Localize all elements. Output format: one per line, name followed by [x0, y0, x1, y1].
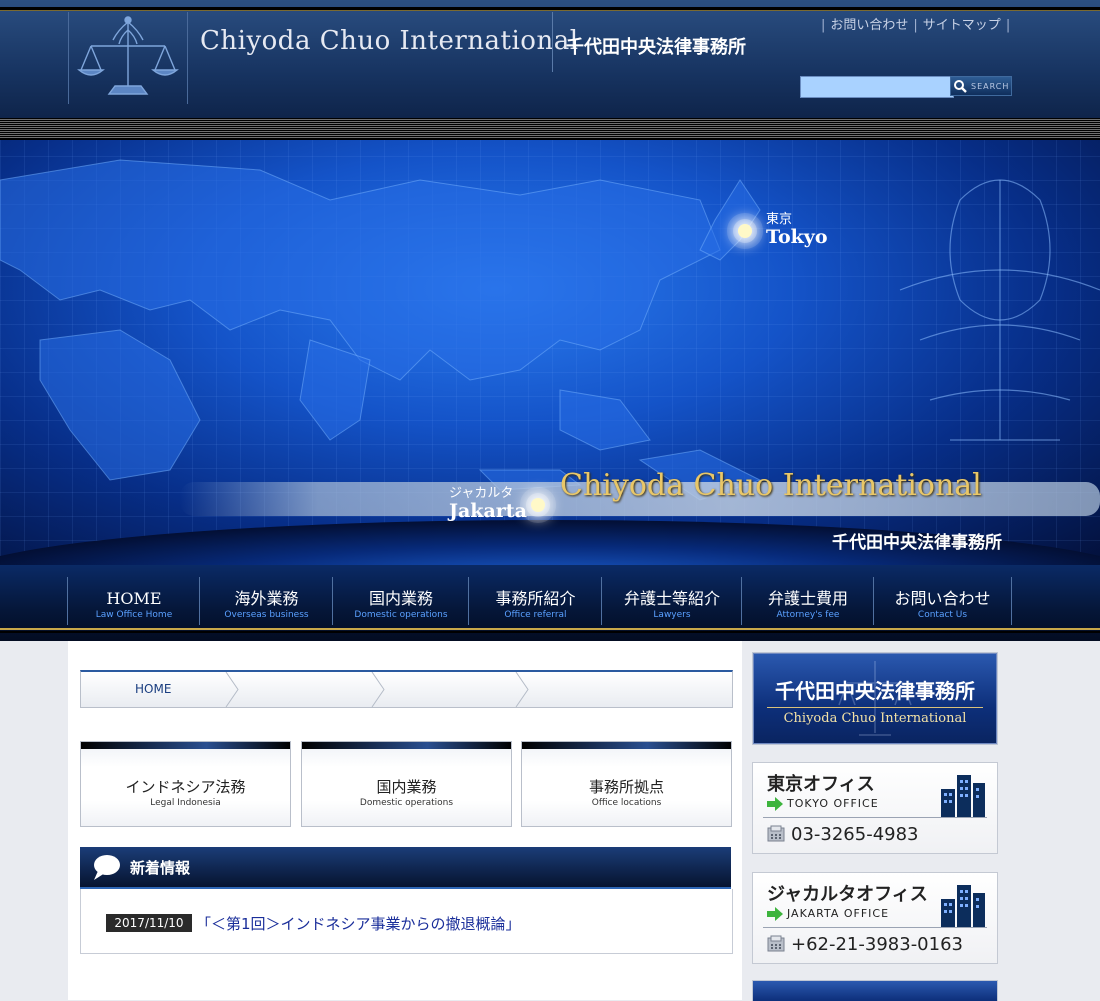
nav-label: お問い合わせ — [894, 589, 991, 608]
arrow-right-icon — [767, 907, 783, 921]
jakarta-label-en: Jakarta — [449, 500, 527, 522]
nav-office[interactable]: 事務所紹介 Office referral — [468, 577, 602, 625]
tile-sublabel: Legal Indonesia — [150, 798, 221, 808]
nav-label: 弁護士費用 — [767, 589, 848, 608]
header-bottom-border — [0, 118, 1100, 140]
nav-domestic[interactable]: 国内業務 Domestic operations — [332, 577, 469, 625]
sidebar-banner-rule — [767, 707, 983, 708]
fax-phone-icon — [767, 825, 785, 842]
tokyo-label-jp: 東京 — [766, 212, 793, 227]
nav-overseas[interactable]: 海外業務 Overseas business — [199, 577, 333, 625]
nav-label: 海外業務 — [234, 589, 299, 608]
nav-label: 弁護士等紹介 — [623, 589, 720, 608]
search-button-label: SEARCH — [971, 81, 1010, 91]
breadcrumb-home-link[interactable]: HOME — [135, 672, 171, 707]
nav-gold-rule — [0, 628, 1100, 630]
tile-domestic-operations[interactable]: 国内業務 Domestic operations — [301, 741, 512, 827]
sidebar-next-banner[interactable] — [752, 980, 998, 1001]
news-title: 新着情報 — [130, 859, 191, 877]
office-name: 東京オフィス — [767, 774, 875, 795]
nav-home[interactable]: HOME Law Office Home — [67, 577, 200, 625]
news-header: 新着情報 — [80, 847, 731, 890]
tile-sublabel: Office locations — [591, 798, 662, 808]
jakarta-label: ジャカルタ Jakarta — [449, 486, 527, 522]
sitemap-link[interactable]: サイトマップ — [923, 18, 1001, 33]
nav-sublabel: Domestic operations — [354, 610, 448, 620]
nav-contact[interactable]: お問い合わせ Contact Us — [873, 577, 1012, 625]
building-icon — [941, 775, 985, 817]
sidebar-banner-en: Chiyoda Chuo International — [783, 711, 967, 726]
tile-legal-indonesia[interactable]: インドネシア法務 Legal Indonesia — [80, 741, 291, 827]
link-separator: | — [913, 18, 918, 33]
tokyo-label-en: Tokyo — [766, 226, 828, 248]
link-separator: | — [1005, 18, 1011, 33]
hero-banner: 東京 Tokyo ジャカルタ Jakarta Chiyoda Chuo Inte… — [0, 140, 1100, 565]
link-separator: | — [821, 18, 826, 33]
news-date-badge: 2017/11/10 — [106, 914, 192, 932]
nav-label: HOME — [106, 589, 162, 608]
nav-bottom-rule — [0, 631, 1100, 633]
logo-text-jp[interactable]: 千代田中央法律事務所 — [566, 33, 746, 59]
office-sublabel: TOKYO OFFICE — [787, 797, 879, 810]
nav-sublabel: Overseas business — [224, 610, 309, 620]
scales-of-justice-icon[interactable] — [68, 12, 188, 104]
arrow-right-icon — [767, 797, 783, 811]
office-divider — [763, 817, 987, 818]
nav-lawyers[interactable]: 弁護士等紹介 Lawyers — [601, 577, 742, 625]
site-header: Chiyoda Chuo International 千代田中央法律事務所 | お… — [0, 0, 1100, 140]
jakarta-label-jp: ジャカルタ — [449, 486, 514, 501]
chevron-right-icon — [371, 672, 385, 707]
hero-brand-jp: 千代田中央法律事務所 — [832, 533, 1002, 553]
nav-label: 国内業務 — [368, 589, 433, 608]
office-divider — [763, 927, 987, 928]
search-icon — [954, 80, 967, 93]
office-phone[interactable]: +62-21-3983-0163 — [791, 934, 963, 955]
tokyo-marker-icon — [738, 224, 752, 238]
nav-sublabel: Law Office Home — [95, 610, 173, 620]
tokyo-label: 東京 Tokyo — [766, 212, 828, 248]
jakarta-marker-icon — [531, 498, 545, 512]
logo-text-en[interactable]: Chiyoda Chuo International — [200, 26, 579, 56]
breadcrumb: HOME — [80, 670, 733, 708]
office-phone[interactable]: 03-3265-4983 — [791, 824, 919, 845]
building-icon — [941, 885, 985, 927]
sidebar-firm-banner[interactable]: 千代田中央法律事務所 Chiyoda Chuo International — [752, 652, 998, 745]
tile-sublabel: Domestic operations — [359, 798, 454, 808]
global-nav: HOME Law Office Home 海外業務 Overseas busin… — [0, 565, 1100, 641]
contact-link[interactable]: お問い合わせ — [830, 18, 908, 33]
logo-divider — [552, 12, 553, 72]
chevron-right-icon — [225, 672, 239, 707]
search-button[interactable]: SEARCH — [950, 76, 1012, 96]
nav-sublabel: Contact Us — [917, 610, 968, 620]
jakarta-office-card[interactable]: ジャカルタオフィス JAKARTA OFFICE +62-21-3983-016… — [752, 872, 998, 964]
tile-label: 国内業務 — [376, 778, 437, 796]
office-sublabel: JAKARTA OFFICE — [787, 907, 890, 920]
nav-sublabel: Attorney's fee — [776, 610, 840, 620]
tokyo-office-card[interactable]: 東京オフィス TOKYO OFFICE 03-3265-4983 — [752, 762, 998, 854]
hero-brand-en: Chiyoda Chuo International — [560, 468, 982, 503]
office-name: ジャカルタオフィス — [767, 884, 928, 905]
header-utility-links: | お問い合わせ | サイトマップ | — [816, 14, 1015, 33]
fax-phone-icon — [767, 935, 785, 952]
tile-office-locations[interactable]: 事務所拠点 Office locations — [521, 741, 732, 827]
tile-label: インドネシア法務 — [125, 778, 246, 796]
nav-sublabel: Office referral — [504, 610, 567, 620]
nav-sublabel: Lawyers — [653, 610, 691, 620]
news-item-link[interactable]: 「＜第1回＞インドネシア事業からの撤退概論」 — [196, 913, 521, 934]
speech-bubble-icon — [94, 855, 120, 880]
nav-label: 事務所紹介 — [495, 589, 576, 608]
chevron-right-icon — [515, 672, 529, 707]
sidebar-banner-jp: 千代田中央法律事務所 — [775, 679, 975, 703]
nav-fees[interactable]: 弁護士費用 Attorney's fee — [741, 577, 874, 625]
tile-label: 事務所拠点 — [588, 778, 664, 796]
search-input[interactable] — [800, 76, 954, 98]
header-top-accent — [0, 10, 1100, 11]
